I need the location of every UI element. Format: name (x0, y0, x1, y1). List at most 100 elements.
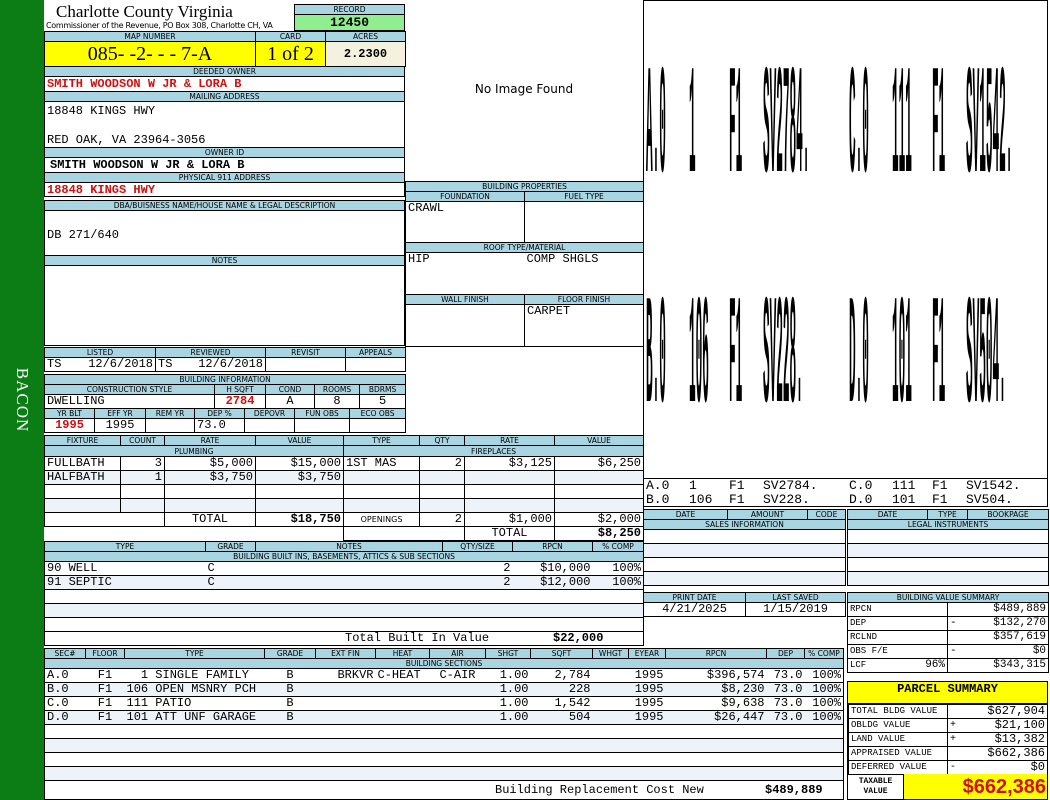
legal-row-date (847, 543, 928, 558)
section-row-type (124, 752, 265, 767)
section-row-whgt (592, 696, 629, 711)
section-row-air: C-AIR (429, 668, 486, 683)
taxable-label: TAXABLE VALUE (848, 774, 904, 799)
sketch-legend-sv: SV504. (966, 492, 1013, 507)
fireplace-row-value: $6,250 (554, 456, 644, 471)
sketch-area: A.0 A.0 1 1 F1 F1 SV2784. SV2784. B.0 B.0 106 106 F1… (643, 0, 1048, 507)
section-row: D.0 F1 101 ATT UNF GARAGE B 1.00 504 1995 $26,4… (44, 710, 844, 725)
legal-row-type (927, 571, 968, 586)
section-row-sqft (530, 766, 593, 781)
builtin-row-notes (255, 603, 443, 618)
fireplaces-title: FIREPLACES (343, 445, 644, 457)
parcel-value: $13,382 (961, 732, 1047, 747)
builtin-row-type (44, 603, 206, 618)
column-header: GRADE (264, 648, 316, 659)
section-row-dep (766, 724, 805, 739)
section-row-heat (375, 696, 430, 711)
section-row-sqft: 504 (530, 710, 593, 725)
sales-row-amount (727, 529, 808, 544)
sales-row-code (807, 529, 846, 544)
builtin-row-rpcn (512, 603, 593, 618)
eff-yr-label: EFF YR (94, 408, 146, 419)
bvs-label-text: OBS F/E (850, 646, 888, 656)
acres-value: 2.2300 (325, 41, 406, 67)
fireplace-row-value (554, 470, 644, 485)
builtin-row-comp (592, 589, 644, 604)
eff-yr: 1995 (94, 418, 146, 433)
section-row-heat (375, 752, 430, 767)
builtin-row-grade (205, 603, 256, 618)
section-row-floor (85, 738, 125, 753)
building-info-title: BUILDING INFORMATION (43, 374, 407, 385)
fireplace-row-type (343, 470, 420, 485)
bvs-label: DEP (847, 616, 948, 631)
column-header: TYPE (44, 541, 206, 552)
deeded-owner-label: DEEDED OWNER (45, 67, 404, 77)
section-row-grade (264, 724, 316, 739)
parcel-row: TOTAL BLDG VALUE $627,904 (848, 704, 1047, 719)
section-row-grade: B (264, 696, 316, 711)
sketch-drawing-label: B.0 (646, 269, 666, 449)
bvs-value: $132,270 (961, 616, 1050, 631)
section-row-type: 101 ATT UNF GARAGE (124, 710, 265, 725)
bvs-sign (947, 658, 962, 673)
wall-finish-label: WALL FINISH (405, 294, 525, 305)
column-header: TYPE (124, 648, 265, 659)
sales-row-code (807, 571, 846, 586)
section-row-ext (315, 682, 376, 697)
legal-row-type (927, 557, 968, 572)
builtin-row-comp (592, 617, 644, 632)
section-row-rpcn (665, 752, 767, 767)
sketch-legend-sv: SV228. (763, 492, 810, 507)
column-header: APPEALS (345, 347, 406, 358)
rooms: 8 (314, 394, 360, 409)
sales-row-date (643, 543, 728, 558)
hsqft: 2784 (214, 394, 266, 409)
bvs-label-text: RCLND (850, 632, 878, 642)
column-header: SQFT (530, 648, 593, 659)
reviewed-date: 12/6/2018 (198, 357, 263, 371)
section-row-type (124, 724, 265, 739)
plumbing-total: $18,750 (255, 512, 344, 527)
wall-finish-value (405, 304, 525, 347)
sales-row (643, 529, 846, 544)
section-row-comp: 100% (804, 668, 844, 683)
bvs-sign (947, 602, 962, 617)
plumbing-row-rate (164, 498, 256, 513)
plumbing-row-rate: $5,000 (164, 456, 256, 471)
sketch-drawing-label: 111 (892, 39, 912, 219)
builtins-total-label: Total Built In Value (345, 631, 490, 645)
bvs-row: LCF 96% $343,315 (847, 658, 1050, 673)
builtin-row-type (44, 617, 206, 632)
section-row-dep: 73.0 (766, 710, 805, 725)
builtin-row-rpcn: $10,000 (512, 561, 593, 576)
plumbing-table: PLUMBING FIXTURE COUNT RATE VALUE FULLBATH 3… (44, 435, 344, 527)
section-row-floor: F1 (85, 710, 125, 725)
legal-title: LEGAL INSTRUMENTS (847, 519, 1049, 530)
bvs-row: DEP - $132,270 (847, 616, 1050, 631)
section-row-comp (804, 752, 844, 767)
sketch-drawing-label: C.0 (849, 39, 869, 219)
bvs-label-text: LCF (850, 660, 867, 670)
legal-row-bookpage (967, 543, 1049, 558)
sketch-legend-floor: F1 (729, 478, 745, 493)
plumbing-row (44, 498, 344, 513)
section-row-floor (85, 752, 125, 767)
column-header: TYPE (343, 435, 420, 446)
sketch-legend-code: 106 (689, 492, 713, 507)
section-row-air (429, 710, 486, 725)
bvs-sign (947, 630, 962, 645)
openings-qty: 2 (419, 512, 465, 527)
column-header: WHGT (592, 648, 629, 659)
column-header: QTY/SIZE (442, 541, 513, 552)
plumbing-row-count (120, 498, 165, 513)
section-row-dep: 73.0 (766, 668, 805, 683)
map-table: MAP NUMBER CARD ACRES 085- -2- - - 7-A 1 of… (44, 31, 406, 67)
builtin-row-qty (442, 603, 513, 618)
fireplaces-total-label: TOTAL (464, 526, 555, 541)
section-row-dep (766, 738, 805, 753)
rooms-label: ROOMS (314, 384, 360, 395)
section-row-ext (315, 724, 376, 739)
plumbing-row-count: 1 (120, 470, 165, 485)
parcel-value: $0 (961, 760, 1047, 775)
